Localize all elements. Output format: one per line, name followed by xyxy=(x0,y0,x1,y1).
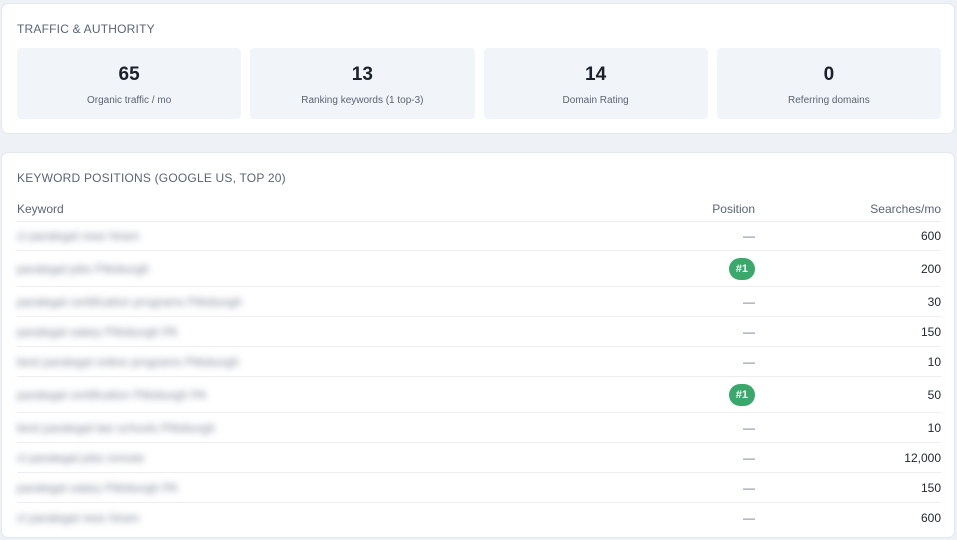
position-cell: — xyxy=(645,511,755,525)
stat-organic-traffic: 65 Organic traffic / mo xyxy=(17,48,242,119)
table-row[interactable]: cl paralegal near hiram — 600 xyxy=(17,222,941,251)
searches-cell: 50 xyxy=(927,387,941,402)
keyword-cell: cl paralegal near hiram xyxy=(17,229,645,243)
table-row[interactable]: cl paralegal near hiram — 600 xyxy=(17,503,941,532)
stat-label: Referring domains xyxy=(788,95,870,106)
stat-referring-domains: 0 Referring domains xyxy=(716,48,941,119)
position-cell: — xyxy=(645,325,755,339)
position-cell: #1 xyxy=(645,383,755,406)
stat-value: 13 xyxy=(351,64,373,85)
table-row[interactable]: best paralegal law schools Pittsburgh — 10 xyxy=(17,413,941,443)
position-value: — xyxy=(743,420,755,435)
position-value: — xyxy=(743,510,755,525)
position-value: — xyxy=(743,229,755,243)
traffic-authority-card: TRAFFIC & AUTHORITY 65 Organic traffic /… xyxy=(1,3,955,134)
stat-value: 65 xyxy=(118,64,140,85)
stats-row: 65 Organic traffic / mo 13 Ranking keywo… xyxy=(17,48,941,119)
position-value: — xyxy=(743,450,755,465)
stat-label: Domain Rating xyxy=(562,95,629,106)
keyword-text: best paralegal law schools Pittsburgh xyxy=(17,420,216,435)
keyword-text: best paralegal online programs Pittsburg… xyxy=(17,354,240,369)
table-row[interactable]: cl paralegal jobs remote — 12,000 xyxy=(17,443,941,473)
table-row[interactable]: paralegal salary Pittsburgh PA — 150 xyxy=(17,473,941,503)
header-position: Position xyxy=(712,202,755,216)
position-cell: — xyxy=(645,481,755,495)
keyword-cell: paralegal salary Pittsburgh PA xyxy=(17,325,645,339)
table-row[interactable]: best paralegal online programs Pittsburg… xyxy=(17,347,941,377)
searches-cell: 600 xyxy=(920,510,941,525)
position-value: — xyxy=(743,324,755,339)
searches-cell: 600 xyxy=(920,229,941,243)
keyword-cell: paralegal jobs Pittsburgh xyxy=(17,262,645,276)
keywords-section-title: KEYWORD POSITIONS (GOOGLE US, TOP 20) xyxy=(17,171,286,185)
searches-cell: 150 xyxy=(920,324,941,339)
table-body: cl paralegal near hiram — 600 paralegal job… xyxy=(17,222,941,532)
rank-badge: #1 xyxy=(728,383,755,406)
keyword-text: paralegal salary Pittsburgh PA xyxy=(17,480,178,495)
keyword-cell: paralegal salary Pittsburgh PA xyxy=(17,481,645,495)
keyword-cell: paralegal certification programs Pittsbu… xyxy=(17,295,645,309)
position-value: — xyxy=(743,354,755,369)
stat-label: Ranking keywords (1 top-3) xyxy=(301,95,424,106)
keyword-text: cl paralegal jobs remote xyxy=(17,450,145,465)
table-header: Keyword Position Searches/mo xyxy=(17,197,941,222)
searches-cell: 12,000 xyxy=(904,450,941,465)
searches-cell: 10 xyxy=(927,354,941,369)
stat-label: Organic traffic / mo xyxy=(86,95,172,106)
searches-cell: 30 xyxy=(927,294,941,309)
keyword-cell: cl paralegal jobs remote xyxy=(17,451,645,465)
header-searches: Searches/mo xyxy=(870,202,941,216)
page: TRAFFIC & AUTHORITY 65 Organic traffic /… xyxy=(0,0,957,540)
rank-badge: #1 xyxy=(728,257,755,280)
stat-value: 14 xyxy=(585,64,607,85)
position-value: — xyxy=(743,480,755,495)
table-row[interactable]: paralegal certification Pittsburgh PA #1 5… xyxy=(17,377,941,413)
keyword-text: cl paralegal near hiram xyxy=(17,510,140,525)
position-cell: — xyxy=(645,295,755,309)
table-row[interactable]: paralegal certification programs Pittsbu… xyxy=(17,287,941,317)
keyword-text: cl paralegal near hiram xyxy=(17,229,140,243)
stat-ranking-keywords: 13 Ranking keywords (1 top-3) xyxy=(250,48,475,119)
stat-value: 0 xyxy=(823,64,835,85)
header-keyword: Keyword xyxy=(17,202,64,216)
position-cell: — xyxy=(645,421,755,435)
searches-cell: 150 xyxy=(920,480,941,495)
stat-domain-rating: 14 Domain Rating xyxy=(483,48,708,119)
keyword-cell: paralegal certification Pittsburgh PA xyxy=(17,388,645,402)
searches-cell: 10 xyxy=(927,420,941,435)
keyword-table: Keyword Position Searches/mo cl paralega… xyxy=(17,197,941,532)
position-cell: — xyxy=(645,355,755,369)
keyword-text: paralegal salary Pittsburgh PA xyxy=(17,324,178,339)
table-row[interactable]: paralegal jobs Pittsburgh #1 200 xyxy=(17,251,941,287)
keyword-text: paralegal jobs Pittsburgh xyxy=(17,261,150,276)
keyword-cell: best paralegal online programs Pittsburg… xyxy=(17,355,645,369)
keyword-cell: best paralegal law schools Pittsburgh xyxy=(17,421,645,435)
position-value: — xyxy=(743,294,755,309)
position-cell: — xyxy=(645,229,755,243)
position-cell: #1 xyxy=(645,257,755,280)
searches-cell: 200 xyxy=(920,261,941,276)
traffic-section-title: TRAFFIC & AUTHORITY xyxy=(17,22,155,36)
table-row[interactable]: paralegal salary Pittsburgh PA — 150 xyxy=(17,317,941,347)
keyword-text: paralegal certification Pittsburgh PA xyxy=(17,387,207,402)
position-cell: — xyxy=(645,451,755,465)
keyword-text: paralegal certification programs Pittsbu… xyxy=(17,294,242,309)
keyword-positions-card: KEYWORD POSITIONS (GOOGLE US, TOP 20) Ke… xyxy=(1,152,955,538)
keyword-cell: cl paralegal near hiram xyxy=(17,511,645,525)
